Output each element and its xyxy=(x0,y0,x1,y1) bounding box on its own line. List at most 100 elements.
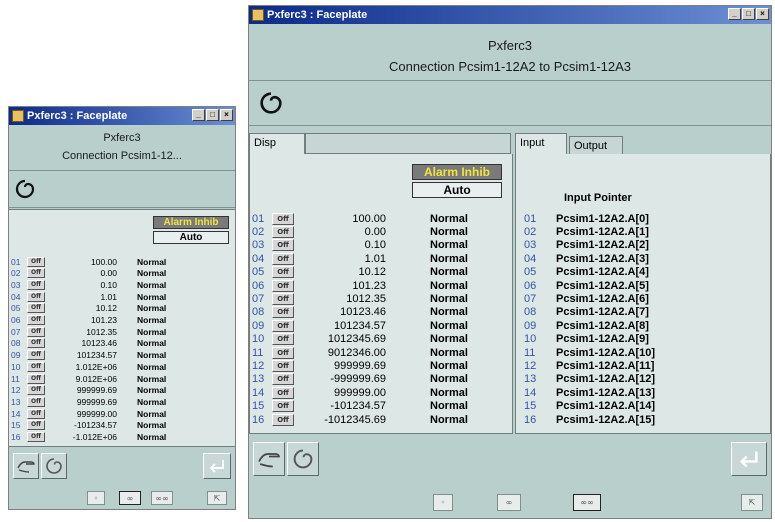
table-row: 16 Off -1.012E+06 Normal xyxy=(11,432,166,443)
row-status: Normal xyxy=(430,386,468,399)
triple-nav-button[interactable]: ∞∞ xyxy=(151,491,173,505)
close-button[interactable]: × xyxy=(756,8,769,20)
small-faceplate-window: Pxferc3 : Faceplate _ □ × Pxferc3 Connec… xyxy=(8,106,236,510)
row-status: Normal xyxy=(137,268,167,279)
tab-disp[interactable]: Disp xyxy=(249,133,305,155)
small-title-bar[interactable]: Pxferc3 : Faceplate _ □ × xyxy=(9,107,235,125)
pair-nav-button[interactable]: ∞ xyxy=(119,491,141,505)
toggle-button[interactable]: Off xyxy=(272,279,294,292)
list-item: 08 Pcsim1-12A2.A[7] xyxy=(524,306,649,319)
toggle-button[interactable]: Off xyxy=(27,396,45,407)
table-row: 15 Off -101234.57 Normal xyxy=(11,420,166,431)
pair-nav-button[interactable]: ∞ xyxy=(497,494,521,511)
row-value: 9012346.00 xyxy=(327,346,386,359)
row-value: 10123.46 xyxy=(340,306,386,319)
minimize-button[interactable]: _ xyxy=(192,109,205,121)
toggle-button[interactable]: Off xyxy=(272,400,294,413)
row-number: 16 xyxy=(11,432,21,442)
toggle-button[interactable]: Off xyxy=(27,291,45,302)
toggle-button[interactable]: Off xyxy=(272,266,294,279)
toggle-button[interactable]: Off xyxy=(27,350,45,361)
toggle-button[interactable]: Off xyxy=(272,292,294,305)
toggle-button[interactable]: Off xyxy=(272,225,294,238)
toggle-button[interactable]: Off xyxy=(27,432,45,442)
hand-button[interactable] xyxy=(253,442,285,476)
toggle-button[interactable]: Off xyxy=(272,333,294,346)
tab-output[interactable]: Output xyxy=(569,136,623,155)
toggle-button[interactable]: Off xyxy=(27,373,45,384)
table-row: 05 Off 10.12 Normal xyxy=(252,266,468,279)
row-status: Normal xyxy=(137,291,167,302)
large-title-bar[interactable]: Pxferc3 : Faceplate _ □ × xyxy=(249,6,771,24)
prev-nav-button[interactable]: ◦ xyxy=(433,494,453,511)
toggle-button[interactable]: Off xyxy=(27,408,45,419)
toggle-button[interactable]: Off xyxy=(272,373,294,386)
pin-nav-button[interactable]: ⇱ xyxy=(741,494,763,511)
toggle-button[interactable]: Off xyxy=(272,413,294,426)
toggle-button[interactable]: Off xyxy=(272,386,294,399)
row-value: 1012.35 xyxy=(86,326,117,337)
small-bottom-bar: ◦ ∞ ∞∞ ⇱ xyxy=(9,447,235,509)
row-value: -101234​5.69 xyxy=(324,413,386,426)
row-status: Normal xyxy=(430,252,468,265)
row-number: 11 xyxy=(524,346,536,359)
toggle-button[interactable]: Off xyxy=(27,256,45,267)
list-item: 07 Pcsim1-12A2.A[6] xyxy=(524,292,649,305)
close-button[interactable]: × xyxy=(220,109,233,121)
toggle-button[interactable]: Off xyxy=(27,279,45,290)
hand-icon xyxy=(258,453,280,468)
table-row: 14 Off 999999.00 Normal xyxy=(252,386,468,399)
table-row: 07 Off 1012.35 Normal xyxy=(11,326,166,337)
toggle-button[interactable]: Off xyxy=(27,361,45,372)
toggle-button[interactable]: Off xyxy=(272,252,294,265)
tab-input[interactable]: Input xyxy=(515,133,567,155)
row-status: Normal xyxy=(430,346,468,359)
toggle-button[interactable]: Off xyxy=(272,319,294,332)
toggle-button[interactable]: Off xyxy=(27,268,45,279)
toggle-button[interactable]: Off xyxy=(272,239,294,252)
row-number: 08 xyxy=(524,306,537,319)
row-status: Normal xyxy=(430,306,468,319)
minimize-button[interactable]: _ xyxy=(728,8,741,20)
list-item: 03 Pcsim1-12A2.A[2] xyxy=(524,239,649,252)
prev-nav-button[interactable]: ◦ xyxy=(87,491,105,505)
row-number: 05 xyxy=(524,266,537,279)
toggle-button[interactable]: Off xyxy=(272,359,294,372)
list-item: 16 Pcsim1-12A2.A[15] xyxy=(524,413,655,426)
hand-button[interactable] xyxy=(13,453,39,479)
row-number: 12 xyxy=(252,359,265,372)
maximize-button[interactable]: □ xyxy=(742,8,755,20)
large-header-connection: Connection Pcsim1-12A2 to Pcsim1-12A3 xyxy=(388,59,632,74)
input-pointer: Pcsim1-12A2.A[7] xyxy=(556,306,649,319)
row-value: 1.01 xyxy=(364,252,386,265)
io-tab-strip xyxy=(623,136,771,154)
toggle-button[interactable]: Off xyxy=(27,338,45,349)
row-value: 101.23 xyxy=(352,279,386,292)
row-value: 101.23 xyxy=(91,315,117,325)
row-number: 05 xyxy=(11,303,21,314)
triple-nav-button[interactable]: ∞∞ xyxy=(573,494,601,511)
input-pointer: Pcsim1-12A2.A[1] xyxy=(556,225,649,238)
toggle-button[interactable]: Off xyxy=(27,385,45,396)
toggle-button[interactable]: Off xyxy=(272,212,294,225)
toggle-button[interactable]: Off xyxy=(272,306,294,319)
row-number: 01 xyxy=(252,212,265,225)
toggle-button[interactable]: Off xyxy=(27,303,45,314)
row-number: 10 xyxy=(524,333,537,346)
maximize-button[interactable]: □ xyxy=(206,109,219,121)
toggle-button[interactable]: Off xyxy=(272,346,294,359)
row-number: 05 xyxy=(252,266,265,279)
toggle-button[interactable]: Off xyxy=(27,315,45,325)
toggle-button[interactable]: Off xyxy=(27,420,45,431)
spiral-button[interactable] xyxy=(287,442,319,476)
input-pointer: Pcsim1-12A2.A[3] xyxy=(556,252,649,265)
row-number: 02 xyxy=(252,225,265,238)
spiral-button[interactable] xyxy=(41,453,67,479)
enter-button[interactable] xyxy=(203,453,231,479)
row-number: 14 xyxy=(524,386,537,399)
enter-button[interactable] xyxy=(731,442,767,476)
pin-nav-button[interactable]: ⇱ xyxy=(207,491,227,505)
spiral-icon xyxy=(293,449,313,469)
toggle-button[interactable]: Off xyxy=(27,326,45,337)
row-status: Normal xyxy=(137,315,167,325)
